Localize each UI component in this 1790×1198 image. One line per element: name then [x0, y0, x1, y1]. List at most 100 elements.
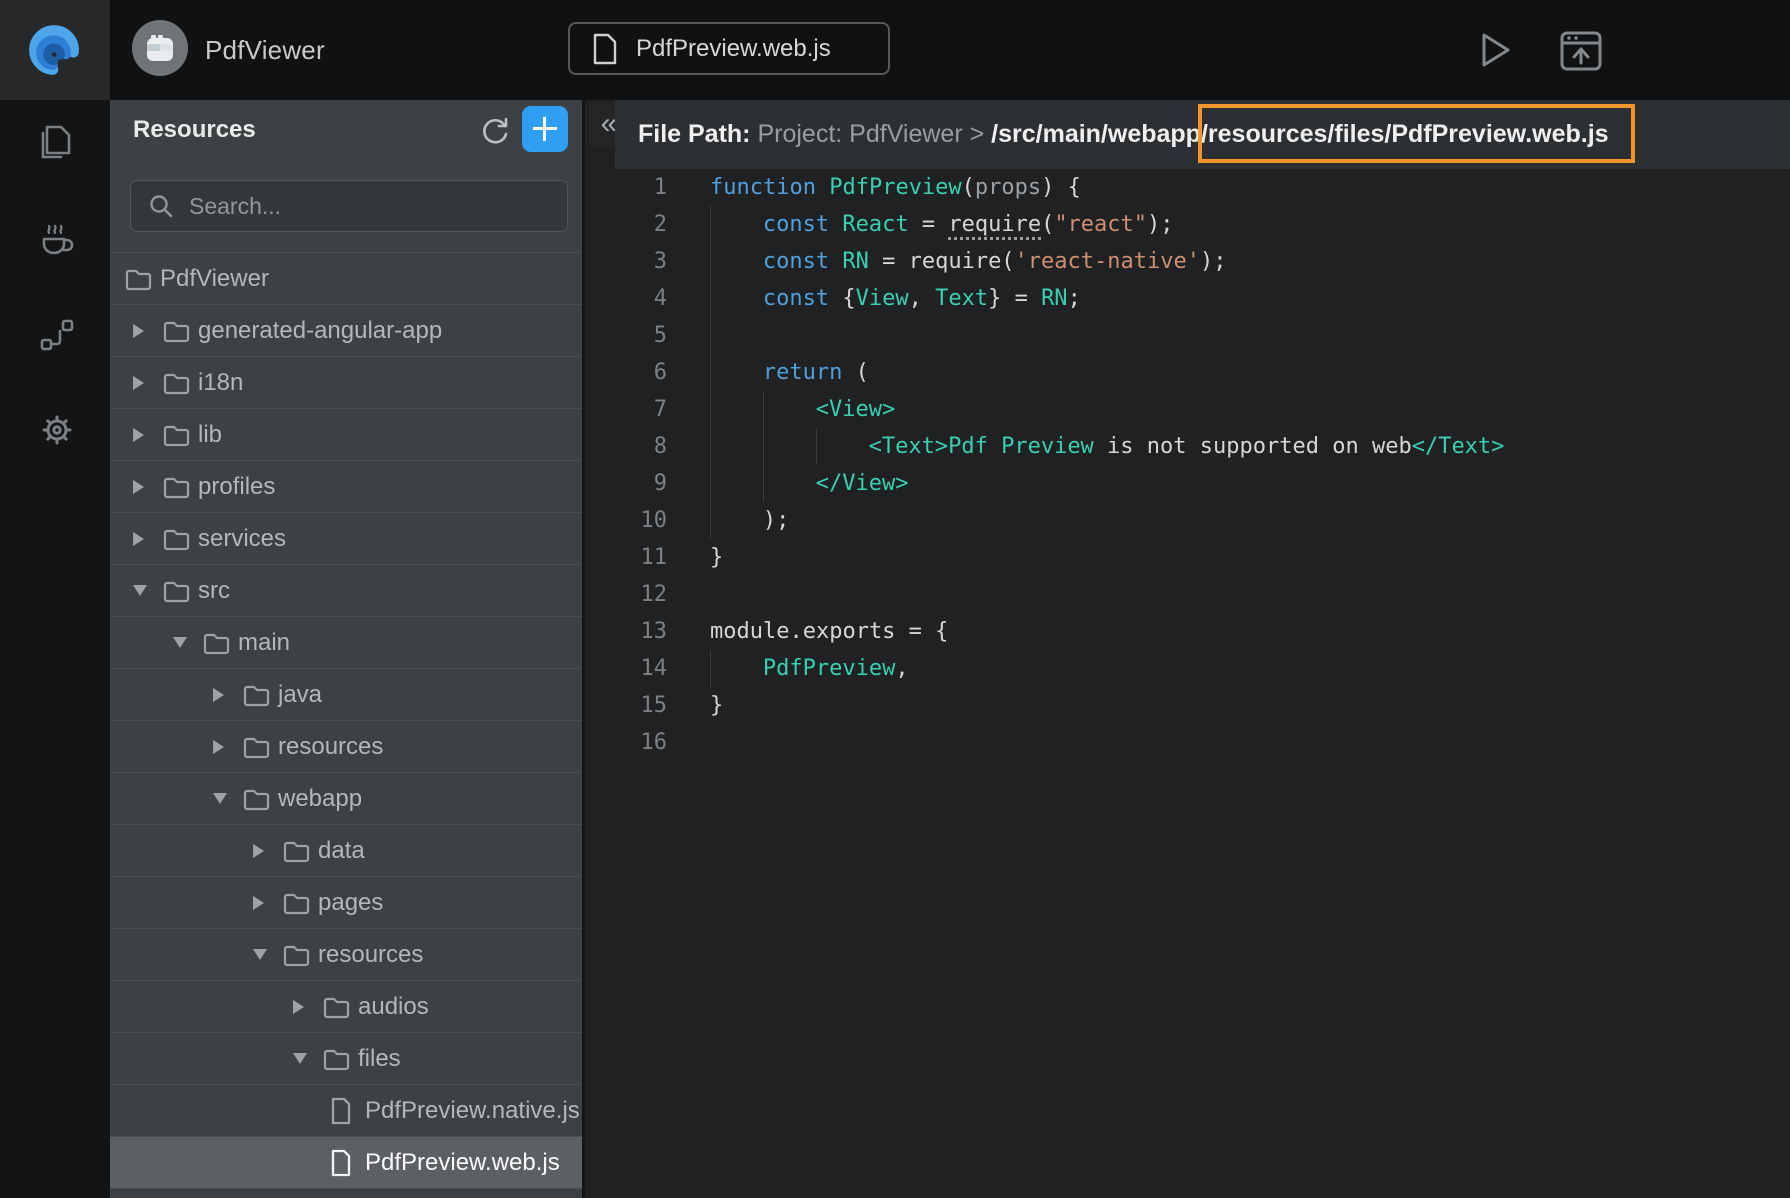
folder-icon [243, 735, 270, 759]
tree-item-label: audios [358, 993, 429, 1021]
search-box[interactable] [130, 180, 568, 232]
tree-item-webapp[interactable]: webapp [110, 772, 582, 824]
code-line-10[interactable]: 10); [585, 502, 1790, 539]
caret-right-icon[interactable] [133, 428, 144, 442]
tree-item-src[interactable]: src [110, 564, 582, 616]
code-line-7[interactable]: 7<View> [585, 391, 1790, 428]
tree-item-resources[interactable]: resources [110, 928, 582, 980]
tree-item-pdfpreview-web-js[interactable]: PdfPreview.web.js [110, 1136, 582, 1188]
tree-item-java[interactable]: java [110, 668, 582, 720]
code-text: const RN = require('react-native'); [710, 249, 1227, 274]
code-line-8[interactable]: 8<Text>Pdf Preview is not supported on w… [585, 428, 1790, 465]
code-line-2[interactable]: 2const React = require("react"); [585, 206, 1790, 243]
tree-item-lib[interactable]: lib [110, 408, 582, 460]
caret-right-icon[interactable] [133, 376, 144, 390]
code-token: RN [842, 249, 869, 274]
search-input[interactable] [189, 193, 549, 220]
tree-item-files[interactable]: files [110, 1032, 582, 1084]
tree-item-services[interactable]: services [110, 512, 582, 564]
caret-down-icon[interactable] [293, 1053, 307, 1064]
tree-item-label: profiles [198, 473, 275, 501]
code-line-15[interactable]: 15} [585, 687, 1790, 724]
caret-right-icon[interactable] [213, 740, 224, 754]
caret-right-icon[interactable] [133, 532, 144, 546]
indent-guide [763, 465, 764, 502]
tree-item-main[interactable]: main [110, 616, 582, 668]
run-button[interactable] [1472, 26, 1520, 74]
code-token: function [710, 175, 816, 200]
tree-item-generated-angular-app[interactable]: generated-angular-app [110, 304, 582, 356]
project-avatar-icon [142, 30, 178, 66]
code-text: </View> [710, 471, 908, 496]
caret-right-icon[interactable] [253, 844, 264, 858]
code-token: 'react-native' [1015, 249, 1200, 274]
tab-pdfpreview-web-js[interactable]: PdfPreview.web.js [568, 22, 890, 75]
pages-copy-button[interactable] [36, 122, 76, 162]
tree-item-label: java [278, 681, 322, 709]
open-in-browser-icon [1556, 25, 1606, 75]
line-number: 14 [585, 650, 667, 687]
code-line-3[interactable]: 3const RN = require('react-native'); [585, 243, 1790, 280]
tree-item-label: pages [318, 889, 383, 917]
caret-right-icon[interactable] [133, 324, 144, 338]
caret-right-icon[interactable] [213, 688, 224, 702]
code-line-16[interactable]: 16 [585, 724, 1790, 761]
code-token: ( [1041, 212, 1054, 237]
tree-item-data[interactable]: data [110, 824, 582, 876]
tree-item-i18n[interactable]: i18n [110, 356, 582, 408]
indent-guide [710, 354, 711, 391]
project-avatar[interactable] [132, 20, 188, 76]
tree-item-pdfpreview-native-js[interactable]: PdfPreview.native.js [110, 1084, 582, 1136]
coffee-cup-icon [36, 217, 78, 259]
folder-icon [323, 995, 350, 1019]
file-path-highlighted: resources/files/PdfPreview.web.js [1208, 120, 1609, 149]
document-icon [592, 33, 618, 65]
line-number: 6 [585, 354, 667, 391]
coffee-button[interactable] [36, 217, 76, 257]
indent-guide [710, 465, 711, 502]
flow-nodes-icon [36, 314, 78, 356]
flow-button[interactable] [36, 314, 76, 354]
indent-guide [710, 206, 711, 243]
code-line-14[interactable]: 14PdfPreview, [585, 650, 1790, 687]
settings-button[interactable] [36, 409, 76, 449]
file-path-plain: /src/main/webapp/ [991, 120, 1208, 149]
tree-item-label: data [318, 837, 365, 865]
code-token: , [895, 656, 908, 681]
refresh-button[interactable] [478, 108, 522, 152]
code-line-6[interactable]: 6return ( [585, 354, 1790, 391]
caret-down-icon[interactable] [213, 793, 227, 804]
tree-item-profiles[interactable]: profiles [110, 460, 582, 512]
code-text: } [710, 545, 723, 570]
tree-item-pdfviewer[interactable]: PdfViewer [110, 252, 582, 304]
page-title: PdfViewer [205, 0, 325, 100]
code-text: ); [710, 508, 789, 533]
file-icon [330, 1097, 352, 1125]
caret-down-icon[interactable] [173, 637, 187, 648]
line-number: 8 [585, 428, 667, 465]
caret-down-icon[interactable] [253, 949, 267, 960]
tree-item-resources[interactable]: resources [110, 720, 582, 772]
code-line-13[interactable]: 13module.exports = { [585, 613, 1790, 650]
code-line-1[interactable]: 1function PdfPreview(props) { [585, 169, 1790, 206]
code-line-9[interactable]: 9</View> [585, 465, 1790, 502]
add-resource-button[interactable] [522, 106, 568, 152]
caret-right-icon[interactable] [293, 1000, 304, 1014]
caret-right-icon[interactable] [133, 480, 144, 494]
code-editor[interactable]: 1function PdfPreview(props) {2const Reac… [585, 169, 1790, 1198]
code-line-11[interactable]: 11} [585, 539, 1790, 576]
code-line-12[interactable]: 12 [585, 576, 1790, 613]
caret-down-icon[interactable] [133, 585, 147, 596]
code-line-4[interactable]: 4const {View, Text} = RN; [585, 280, 1790, 317]
indent-guide [710, 502, 711, 539]
tree-item-audios[interactable]: audios [110, 980, 582, 1032]
tree-item-pages[interactable]: pages [110, 876, 582, 928]
code-line-5[interactable]: 5 [585, 317, 1790, 354]
file-icon [330, 1149, 352, 1177]
open-in-browser-button[interactable] [1556, 24, 1608, 76]
search-icon [147, 192, 175, 220]
caret-right-icon[interactable] [253, 896, 264, 910]
tree-item-label: generated-angular-app [198, 317, 442, 345]
app-logo-tile[interactable] [0, 0, 110, 100]
folder-icon [283, 839, 310, 863]
